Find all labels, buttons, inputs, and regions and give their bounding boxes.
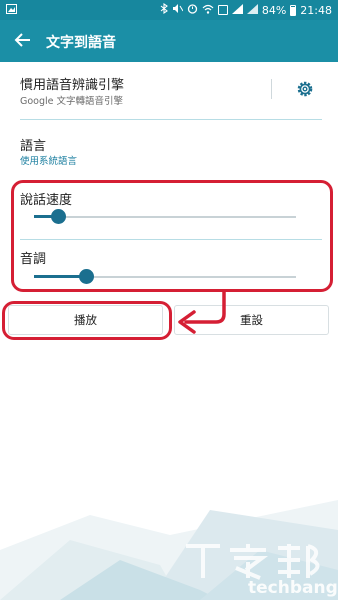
- clock: 21:48: [300, 3, 332, 17]
- language-title: 語言: [20, 139, 47, 154]
- image-notification-icon: [6, 4, 17, 17]
- play-button[interactable]: 播放: [8, 305, 163, 335]
- pitch-label: 音調: [20, 252, 47, 267]
- speech-rate-track: [34, 216, 296, 218]
- speech-rate-slider-thumb[interactable]: [51, 209, 66, 224]
- watermark-logo: [186, 544, 320, 580]
- vertical-divider: [271, 79, 272, 99]
- watermark-domain: techbang.com: [248, 578, 338, 598]
- divider: [20, 239, 322, 240]
- pitch-slider-thumb[interactable]: [79, 269, 94, 284]
- mute-icon: [172, 3, 184, 17]
- status-bar: 84% 21:48: [0, 0, 338, 20]
- status-icons: 84% 21:48: [160, 2, 332, 17]
- gear-icon[interactable]: [294, 78, 316, 100]
- alarm-icon: [187, 3, 198, 17]
- reset-button[interactable]: 重設: [174, 305, 329, 335]
- language-item[interactable]: 語言 使用系統語言: [0, 120, 338, 174]
- sim-icon: [217, 5, 228, 15]
- signal-2-icon: [246, 3, 258, 17]
- preferred-engine-item[interactable]: 慣用語音辨識引擎 Google 文字轉語音引擎: [0, 62, 338, 118]
- wifi-icon: [202, 4, 214, 17]
- preferred-engine-subtitle: Google 文字轉語音引擎: [20, 96, 124, 107]
- back-arrow-icon[interactable]: [12, 29, 34, 51]
- speech-rate-label: 說話速度: [20, 193, 73, 208]
- language-subtitle: 使用系統語言: [20, 156, 78, 167]
- tts-settings-screen: 84% 21:48 文字到語音 慣用語音辨識引擎 Google 文字轉語音引擎 …: [0, 0, 338, 600]
- battery-percent: 84%: [261, 3, 287, 17]
- page-title: 文字到語音: [46, 35, 116, 51]
- app-bar: 文字到語音: [0, 20, 338, 62]
- battery-icon: [290, 4, 297, 16]
- preferred-engine-title: 慣用語音辨識引擎: [20, 78, 125, 93]
- signal-icon: [231, 3, 243, 17]
- bluetooth-icon: [160, 2, 168, 17]
